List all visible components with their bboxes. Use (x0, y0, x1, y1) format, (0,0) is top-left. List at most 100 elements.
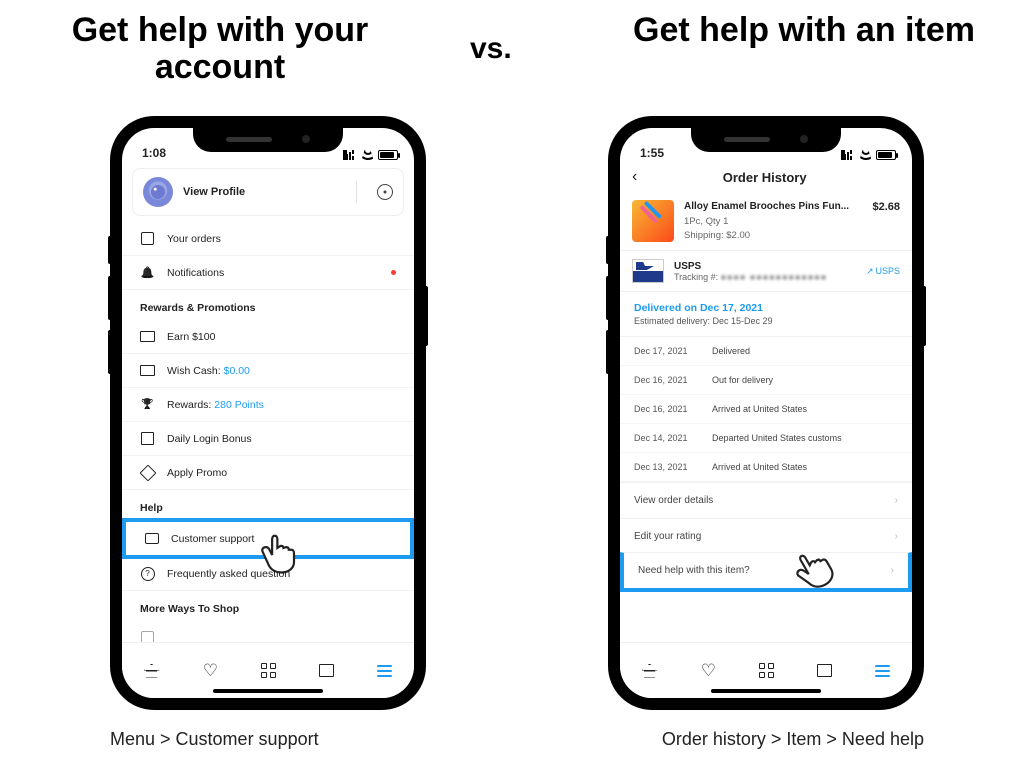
phone-right: 1:55 ‹ Order History Alloy Enamel Brooch… (608, 116, 924, 710)
notifications-row[interactable]: Notifications (122, 256, 414, 290)
tab-wishlist[interactable] (701, 660, 716, 681)
wish-cash-label: Wish Cash: $0.00 (167, 365, 250, 377)
tab-categories[interactable] (759, 663, 774, 678)
daily-login-label: Daily Login Bonus (167, 433, 252, 445)
settings-icon[interactable] (377, 184, 393, 200)
bell-icon (140, 265, 155, 280)
notification-dot-icon (391, 270, 396, 275)
cart-icon (817, 664, 832, 677)
your-orders-label: Your orders (167, 233, 221, 245)
your-orders-row[interactable]: Your orders (122, 222, 414, 256)
signal-icon (841, 150, 855, 160)
heading-vs: vs. (470, 32, 512, 65)
chevron-right-icon: › (895, 531, 898, 542)
notch (193, 128, 343, 152)
view-profile-label: View Profile (183, 186, 336, 198)
help-section-title: Help (122, 490, 414, 520)
tab-cart[interactable] (319, 664, 334, 677)
tab-menu[interactable] (875, 665, 890, 677)
avatar-icon (143, 177, 173, 207)
delivery-estimate: Estimated delivery: Dec 15-Dec 29 (634, 316, 898, 326)
delivery-status-block: Delivered on Dec 17, 2021 Estimated deli… (620, 292, 912, 337)
cart-icon (319, 664, 334, 677)
edit-rating-row[interactable]: Edit your rating › (620, 518, 912, 554)
home-indicator (213, 689, 323, 693)
carrier-name: USPS (674, 261, 827, 272)
chevron-right-icon: › (895, 495, 898, 506)
faq-row[interactable]: Frequently asked question (122, 557, 414, 591)
battery-icon (876, 150, 896, 160)
phone-left: 1:08 View Profile Your orders Notificati… (110, 116, 426, 710)
phone-left-screen: 1:08 View Profile Your orders Notificati… (122, 128, 414, 698)
trophy-icon (140, 397, 155, 412)
product-qty: 1Pc, Qty 1 (684, 215, 900, 228)
profile-bar[interactable]: View Profile (132, 168, 404, 216)
tracking-event-row: Dec 16, 2021Arrived at United States (620, 395, 912, 424)
question-icon (140, 566, 155, 581)
product-thumbnail (632, 200, 674, 242)
tab-menu[interactable] (377, 665, 392, 677)
edit-rating-label: Edit your rating (634, 531, 701, 542)
product-row[interactable]: Alloy Enamel Brooches Pins Fun... $2.68 … (620, 192, 912, 250)
rewards-label: Rewards: 280 Points (167, 399, 264, 411)
tracking-number: Tracking #: ●●●● ●●●●●●●●●●●● (674, 272, 827, 282)
tracking-event-row: Dec 17, 2021Delivered (620, 337, 912, 366)
rewards-row[interactable]: Rewards: 280 Points (122, 388, 414, 422)
wifi-icon (361, 150, 374, 160)
notifications-label: Notifications (167, 267, 224, 279)
cash-icon (140, 363, 155, 378)
view-order-details-label: View order details (634, 495, 713, 506)
daily-login-row[interactable]: Daily Login Bonus (122, 422, 414, 456)
page-title: Order History (629, 170, 900, 185)
home-icon (642, 664, 658, 678)
carrier-row[interactable]: USPS Tracking #: ●●●● ●●●●●●●●●●●● ↗ USP… (620, 250, 912, 292)
phone-right-screen: 1:55 ‹ Order History Alloy Enamel Brooch… (620, 128, 912, 698)
chevron-right-icon: › (891, 565, 894, 576)
faq-label: Frequently asked question (167, 568, 290, 580)
tag-icon (140, 465, 155, 480)
home-indicator (711, 689, 821, 693)
grid-icon (261, 663, 276, 678)
menu-icon (377, 665, 392, 677)
notch (691, 128, 841, 152)
tab-wishlist[interactable] (203, 660, 218, 681)
tracking-event-row: Dec 16, 2021Out for delivery (620, 366, 912, 395)
view-order-details-row[interactable]: View order details › (620, 482, 912, 518)
status-time: 1:55 (640, 146, 664, 160)
delivery-status: Delivered on Dec 17, 2021 (634, 302, 898, 314)
earn-label: Earn $100 (167, 331, 215, 343)
tab-cart[interactable] (817, 664, 832, 677)
tab-home[interactable] (642, 664, 658, 678)
tab-categories[interactable] (261, 663, 276, 678)
mail-icon (140, 329, 155, 344)
product-price: $2.68 (872, 200, 900, 215)
customer-support-label: Customer support (171, 533, 254, 545)
list-icon (140, 231, 155, 246)
apply-promo-label: Apply Promo (167, 467, 227, 479)
tracking-event-row: Dec 13, 2021Arrived at United States (620, 453, 912, 482)
rewards-section-title: Rewards & Promotions (122, 290, 414, 320)
chat-icon (144, 531, 159, 546)
usps-logo-icon (632, 259, 664, 283)
calendar-icon (140, 431, 155, 446)
need-help-row[interactable]: Need help with this item? › (620, 552, 912, 592)
product-shipping: Shipping: $2.00 (684, 229, 900, 242)
more-ways-section-title: More Ways To Shop (122, 591, 414, 621)
caption-right: Order history > Item > Need help (662, 729, 924, 750)
carrier-link[interactable]: ↗ USPS (866, 266, 900, 277)
menu-icon (875, 665, 890, 677)
tab-bar (620, 642, 912, 698)
heading-right: Get help with an item (614, 12, 994, 49)
customer-support-row[interactable]: Customer support (122, 518, 414, 559)
tracking-event-row: Dec 14, 2021Departed United States custo… (620, 424, 912, 453)
earn-row[interactable]: Earn $100 (122, 320, 414, 354)
heading-left: Get help with your account (30, 12, 410, 87)
status-time: 1:08 (142, 146, 166, 160)
product-name: Alloy Enamel Brooches Pins Fun... (684, 200, 849, 215)
tab-home[interactable] (144, 664, 160, 678)
nav-header: ‹ Order History (620, 162, 912, 192)
wish-cash-row[interactable]: Wish Cash: $0.00 (122, 354, 414, 388)
heart-icon (701, 660, 716, 680)
caption-left: Menu > Customer support (110, 729, 319, 750)
apply-promo-row[interactable]: Apply Promo (122, 456, 414, 490)
